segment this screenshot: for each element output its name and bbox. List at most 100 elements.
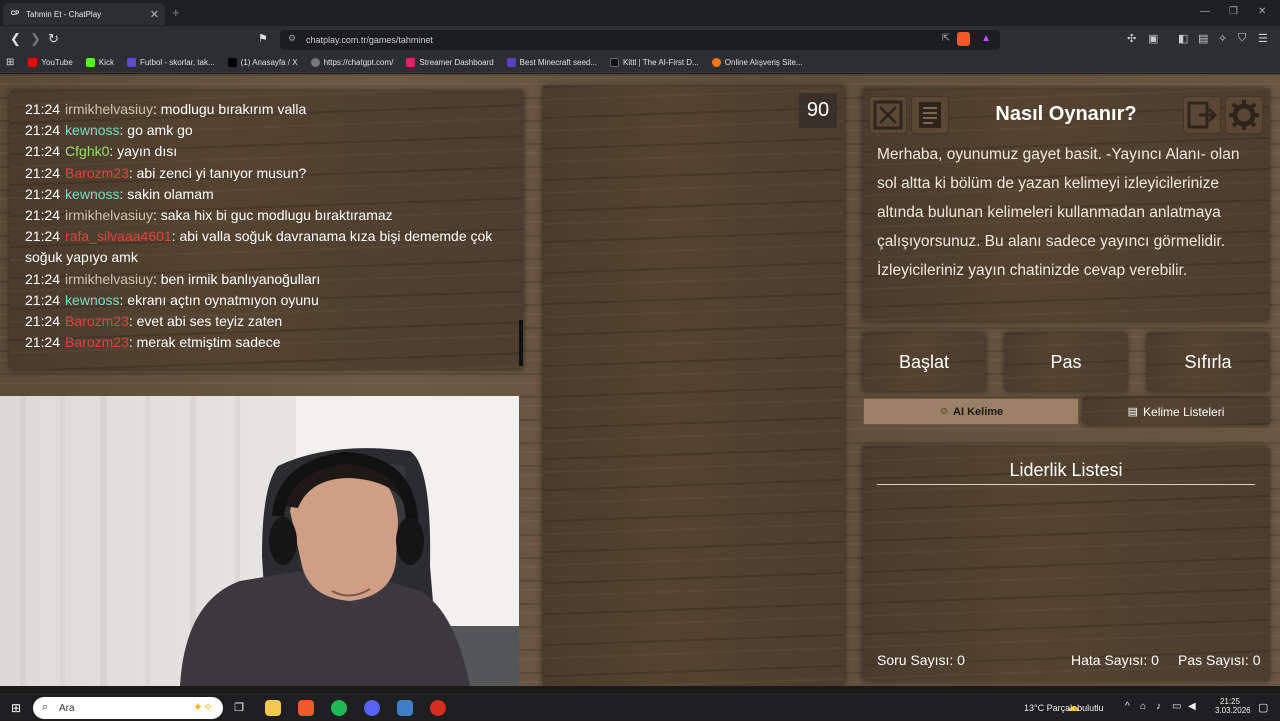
tray-chevron-icon[interactable]: ^ (1125, 701, 1130, 712)
reset-button[interactable]: Sıfırla (1147, 333, 1269, 391)
chat-username[interactable]: Cfghk0 (65, 143, 109, 159)
brave-rewards-icon[interactable]: ▲ (981, 33, 991, 44)
clock[interactable]: 21:25 3.03.2026 (1215, 697, 1251, 715)
sidebar-panel-icon[interactable]: ▣ (1148, 32, 1158, 45)
chat-username[interactable]: irmikhelvasiuy (65, 271, 153, 287)
chat-time: 21:24 (25, 313, 61, 330)
site-info-icon[interactable]: ⚙ (288, 33, 296, 44)
chat-username[interactable]: irmikhelvasiuy (65, 101, 153, 117)
spotify-icon[interactable] (331, 700, 347, 716)
tab-close-icon[interactable]: ✕ (150, 8, 159, 21)
discord-icon[interactable] (364, 700, 380, 716)
bookmark-item[interactable]: YouTube (28, 58, 73, 67)
share-icon[interactable]: ⇱ (942, 33, 950, 44)
bookmark-item[interactable]: Online Alışveriş Site... (711, 58, 803, 67)
fullscreen-icon[interactable] (869, 96, 907, 134)
network-icon[interactable]: ▭ (1172, 701, 1181, 712)
chat-message: 21:24 Barozm23: abi zenci yi tanıyor musu… (25, 163, 508, 184)
tray-app-icon[interactable]: ⌂ (1140, 701, 1146, 712)
chat-text: : yayın dısı (109, 143, 178, 160)
apps-icon[interactable]: ⊞ (6, 57, 14, 68)
notifications-icon[interactable]: ▢ (1258, 701, 1268, 714)
wallet-icon[interactable]: ▤ (1198, 32, 1208, 45)
chat-scrollbar[interactable] (519, 320, 523, 366)
extensions-icon[interactable]: ✣ (1127, 32, 1136, 45)
file-explorer-icon[interactable] (265, 700, 281, 716)
bookmark-item[interactable]: Futbol - skorlar, tak... (126, 58, 215, 67)
chat-username[interactable]: irmikhelvasiuy (65, 207, 153, 223)
leaderboard-panel: Liderlik Listesi Soru Sayısı: 0 Hata Say… (863, 447, 1269, 681)
menu-icon[interactable]: ☰ (1258, 32, 1268, 45)
chat-text: : ben irmik banlıyanoğulları (152, 270, 321, 287)
streamer-area-panel (543, 86, 844, 686)
chat-username[interactable]: kewnoss (65, 292, 119, 308)
chat-username[interactable]: kewnoss (65, 186, 119, 202)
brave-shields-icon[interactable] (957, 32, 970, 46)
stream-chat-panel: 21:24 irmikhelvasiuy: modlugu bırakırım v… (10, 91, 523, 369)
ai-word-button[interactable]: ☺ AI Kelime (863, 398, 1079, 425)
futbol-icon (126, 58, 136, 67)
chat-time: 21:24 (25, 143, 61, 160)
notes-icon[interactable] (911, 96, 949, 134)
app-icon[interactable] (397, 700, 413, 716)
how-to-play-panel: Nasıl Oynanır? Merhaba, oyunumuz gayet b… (863, 89, 1269, 321)
search-icon: ⌕ (42, 701, 49, 713)
vpn-icon[interactable]: ⛉ (1238, 32, 1246, 45)
exit-icon[interactable] (1183, 96, 1221, 134)
start-button[interactable]: Başlat (863, 333, 985, 391)
chatgpt-icon (310, 58, 320, 67)
restore-icon[interactable]: ❐ (1229, 6, 1238, 17)
leaderboard-title: Liderlik Listesi (1009, 460, 1123, 480)
word-lists-button[interactable]: ▤ Kelime Listeleri (1083, 398, 1269, 425)
bookmark-item[interactable]: Kick (85, 58, 114, 67)
shop-icon (711, 58, 721, 67)
address-bar[interactable]: ⚙ chatplay.com.tr/games/tahminet ⇱ ▲ (280, 30, 1000, 50)
forward-icon[interactable]: ❯ (30, 31, 41, 47)
chat-username[interactable]: kewnoss (65, 122, 119, 138)
sidebar-toggle-icon[interactable]: ◧ (1178, 32, 1188, 45)
new-tab-icon[interactable]: + (172, 5, 180, 20)
window-close-icon[interactable]: ✕ (1258, 6, 1266, 17)
chat-username[interactable]: Barozm23 (65, 165, 129, 181)
browser-tab[interactable]: CP Tahmin Et - ChatPlay ✕ (3, 3, 165, 25)
chat-message: 21:24 irmikhelvasiuy: modlugu bırakırım v… (25, 99, 508, 120)
recorder-icon[interactable] (430, 700, 446, 716)
how-to-play-text: Merhaba, oyunumuz gayet basit. -Yayıncı … (877, 146, 1240, 279)
copilot-sparkle-icon: ✦✧ (192, 700, 213, 714)
reload-icon[interactable]: ↻ (48, 31, 59, 47)
browser-toolbar: ❮ ❯ ↻ ⚑ ⚙ chatplay.com.tr/games/tahminet… (0, 26, 1280, 53)
chat-time: 21:24 (25, 228, 61, 245)
chat-time: 21:24 (25, 164, 61, 181)
pass-button[interactable]: Pas (1005, 333, 1127, 391)
game-page: 21:24 irmikhelvasiuy: modlugu bırakırım v… (0, 74, 1280, 686)
minimize-icon[interactable]: — (1200, 6, 1210, 17)
task-view-icon[interactable]: ❐ (231, 700, 247, 716)
kittl-icon (610, 58, 620, 67)
webcam-image (0, 396, 519, 686)
streamer-icon (406, 58, 416, 67)
bookmark-item[interactable]: Best Minecraft seed... (506, 58, 597, 67)
weather-text[interactable]: 13°C Parçalı bulutlu (1024, 703, 1104, 713)
url-text: chatplay.com.tr/games/tahminet (306, 35, 433, 45)
chat-username[interactable]: Barozm23 (65, 334, 129, 350)
brave-browser-icon[interactable] (298, 700, 314, 716)
bookmark-item[interactable]: https://chatgpt.com/ (310, 58, 393, 67)
taskbar-search[interactable]: ⌕ Ara ✦✧ (33, 697, 223, 719)
settings-gear-icon[interactable] (1225, 96, 1263, 134)
windows-start-icon[interactable]: ⊞ (8, 700, 24, 716)
chatplay-favicon-icon: CP (10, 11, 20, 17)
volume-icon[interactable]: ◀ (1188, 701, 1196, 712)
bookmark-icon[interactable]: ⚑ (258, 32, 268, 45)
bookmark-item[interactable]: Streamer Dashboard (406, 58, 494, 67)
chat-text: : sakin olamam (119, 185, 214, 202)
bookmark-item[interactable]: (1) Anasayfa / X (227, 58, 298, 67)
microphone-icon[interactable]: ♪ (1156, 701, 1161, 712)
chat-username[interactable]: rafa_silvaaa4601 (65, 228, 172, 244)
leo-ai-icon[interactable]: ✧ (1218, 32, 1227, 45)
chat-username[interactable]: Barozm23 (65, 313, 129, 329)
bookmark-item[interactable]: Kittl | The AI-First D... (610, 58, 699, 67)
chat-text: : saka hix bi guc modlugu bıraktıramaz (152, 207, 393, 224)
back-icon[interactable]: ❮ (10, 31, 21, 47)
chat-time: 21:24 (25, 291, 61, 308)
chat-message: 21:24 Barozm23: evet abi ses teyiz zaten (25, 311, 508, 332)
